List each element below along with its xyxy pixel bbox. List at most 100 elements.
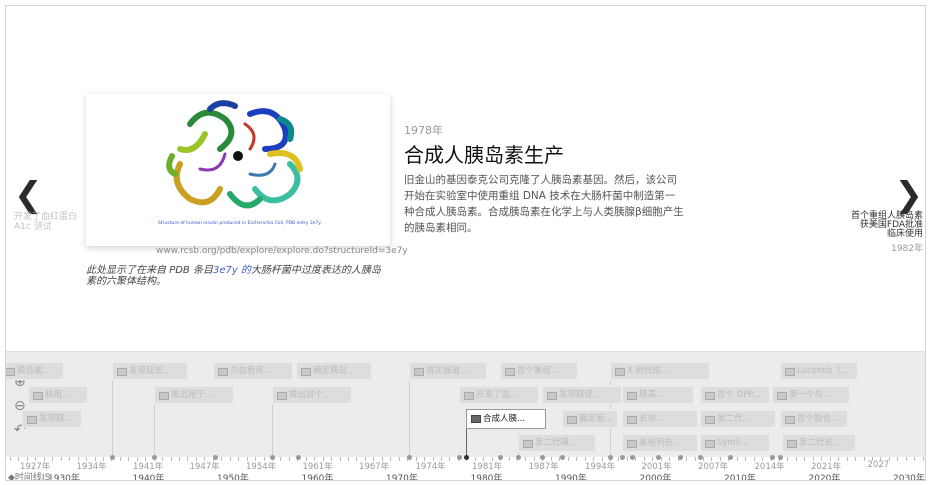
event-dot-active (464, 455, 469, 460)
axis-tick (576, 457, 578, 461)
timeline-marker[interactable]: 推出首个... (272, 386, 352, 404)
timeline-marker[interactable]: 第一个与... (772, 386, 850, 404)
timeline-marker[interactable]: 第二代磺... (518, 434, 596, 452)
previous-slide-title: 开发了血红蛋白 A1c 测试 (14, 212, 78, 232)
timeline-marker[interactable]: 首个 DPP... (700, 386, 770, 404)
timeline-widget: ❮ 开发了血红蛋白 A1c 测试 ❯ 首个重组人胰岛素获美国FDA批准临床使用 … (5, 5, 926, 481)
axis-major-year: 1970年 (386, 474, 418, 481)
axis-minor-year: 1961年 (302, 462, 333, 472)
event-dot (296, 455, 301, 460)
axis-minor-year: 1974年 (415, 462, 446, 472)
pdb-entry-link[interactable]: 3e7y 的 (213, 265, 251, 276)
timeline-marker[interactable]: 发现胰... (22, 410, 82, 428)
axis-tick (238, 457, 240, 461)
timeline-marker[interactable]: 胰高... (622, 386, 694, 404)
timelinejs-brand[interactable]: ◆时间线JS (8, 470, 50, 480)
timeline-marker[interactable]: 胰岛素... (6, 362, 64, 380)
timeline-marker[interactable]: Lucentis（... (780, 362, 858, 380)
next-slide-date: 1982年 (891, 244, 923, 254)
timeline-marker[interactable]: 第二代... (700, 410, 776, 428)
axis-major-year: 2000年 (639, 474, 672, 481)
axis-major-year: 1940年 (132, 474, 165, 481)
axis-major-year: 2020年 (808, 474, 841, 481)
axis-minor-year: 1967年 (359, 462, 390, 472)
axis-tick (787, 457, 789, 461)
event-dot (560, 455, 565, 460)
event-dot (457, 455, 462, 460)
timeline-marker[interactable]: 推出用于... (154, 386, 234, 404)
axis-tick (170, 457, 172, 461)
insulin-structure-image (166, 100, 303, 209)
previous-slide-button[interactable]: ❮ 开发了血红蛋白 A1c 测试 (14, 178, 84, 232)
axis-tick (922, 457, 924, 461)
timeline-marker[interactable]: 胰用... (28, 386, 88, 404)
timeline-marker[interactable]: 发现胰促... (542, 386, 622, 404)
axis-tick (567, 457, 569, 461)
axis-tick (229, 457, 231, 461)
timeline-marker-active[interactable]: 合成人胰... (466, 409, 546, 429)
timeline-marker[interactable]: X 射线结... (610, 362, 710, 380)
axis-tick (795, 457, 797, 461)
timeline-marker[interactable]: 发现延长... (112, 362, 188, 380)
slide-date: 1978年 (404, 124, 443, 137)
timeline-marker[interactable]: 与血管疾... (213, 362, 293, 380)
axis-minor-year: 1934年 (76, 462, 107, 472)
axis-tick (10, 457, 11, 461)
timeline-marker[interactable]: 首个重组... (500, 362, 578, 380)
next-slide-title: 首个重组人胰岛素获美国FDA批准临床使用 (851, 211, 924, 239)
media-caption: 此处显示了在来自 PDB 条目3e7y 的大肠杆菌中过度表达的人胰岛素的六聚体结… (86, 265, 381, 287)
axis-minor-year: 1947年 (189, 462, 220, 472)
timeline-marker[interactable]: 确定胰岛... (296, 362, 372, 380)
media-credit: www.rcsb.org/pdb/explore/explore.do?stru… (156, 246, 408, 256)
axis-tick (119, 457, 121, 461)
axis-tick (221, 457, 223, 461)
axis-minor-year: 1981年 (472, 462, 503, 472)
timeline-marker[interactable]: 首次报道... (409, 362, 487, 380)
axis-tick (390, 457, 392, 461)
axis-tick (128, 457, 130, 461)
axis-tick (280, 457, 282, 461)
axis-tick (626, 457, 628, 461)
media-image-caption: Structure of human insulin produced in E… (158, 221, 322, 226)
chevron-left-icon: ❮ (14, 175, 43, 215)
axis-tick (863, 457, 865, 461)
slide-headline: 合成人胰岛素生产 (404, 143, 564, 167)
axis-tick (635, 457, 637, 461)
axis-tick (686, 457, 687, 461)
axis-tick (905, 457, 907, 461)
axis-tick (804, 457, 806, 461)
timeline-marker[interactable]: 确定葡... (562, 410, 618, 428)
axis-tick (356, 457, 358, 461)
timeline-marker[interactable]: 长效... (622, 410, 698, 428)
axis-tick (508, 457, 510, 461)
timeline-marker[interactable]: 开发了血... (459, 386, 539, 404)
timeline-marker[interactable]: 美格列奈... (622, 434, 698, 452)
axis-minor-year: 2007年 (698, 462, 729, 472)
axis-major-year: 1990年 (555, 474, 587, 481)
axis-tick (179, 457, 180, 461)
axis-major-year: 1950年 (217, 474, 249, 481)
axis-tick (52, 457, 54, 461)
timeline-marker[interactable]: 第二代长... (782, 434, 856, 452)
axis-tick (288, 457, 290, 461)
axis-minor-year: 1987年 (528, 462, 559, 472)
axis-tick (745, 457, 747, 461)
axis-minor-year: 2021年 (811, 462, 842, 472)
axis-minor-year: 2027 (867, 460, 890, 470)
axis-major-year: 2010年 (724, 474, 756, 481)
axis-major-year: 2030年 (893, 474, 925, 481)
event-dot (728, 455, 733, 460)
timeline-marker[interactable]: Symli... (700, 434, 770, 452)
event-dot (630, 455, 635, 460)
timeline-marker[interactable]: 首个融合... (780, 410, 848, 428)
axis-tick (69, 457, 71, 461)
axis-minor-year: 2014年 (754, 462, 785, 472)
axis-tick (897, 457, 899, 461)
next-slide-button[interactable]: ❯ 首个重组人胰岛素获美国FDA批准临床使用 1982年 (851, 178, 923, 254)
event-dot (110, 455, 115, 460)
axis-tick (449, 457, 451, 461)
axis-tick (348, 457, 349, 461)
chevron-right-icon: ❯ (894, 175, 924, 215)
event-dot (407, 455, 412, 460)
timeline-navigator: ⊕ ⊖ ↶ 胰岛素... 发现延长... 与血管疾... 确定胰岛... 首次报… (6, 351, 925, 481)
